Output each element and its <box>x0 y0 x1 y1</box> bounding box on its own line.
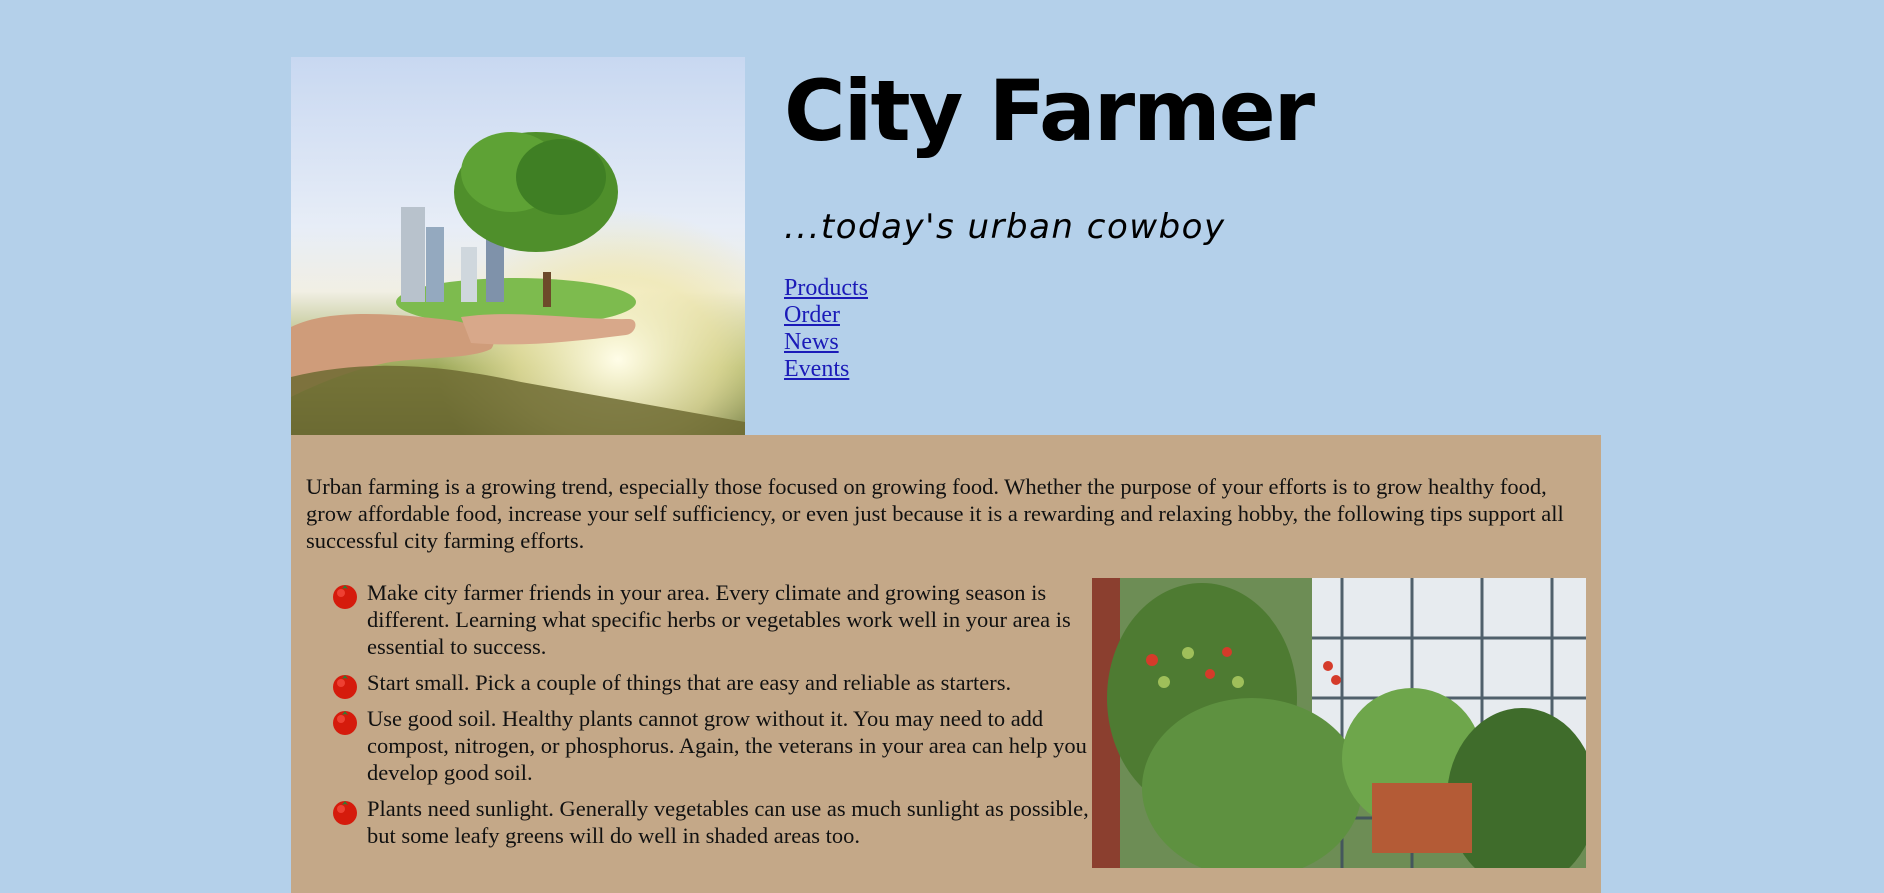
site-title: City Farmer <box>784 62 1315 160</box>
nav-link-order[interactable]: Order <box>784 302 840 329</box>
nav-link-products[interactable]: Products <box>784 275 868 302</box>
tomato-icon <box>333 711 357 735</box>
site-header: City Farmer ...today's urban cowboy Prod… <box>291 57 1601 435</box>
list-item: Plants need sunlight. Generally vegetabl… <box>330 795 1090 849</box>
tip-text: Start small. Pick a couple of things tha… <box>367 670 1012 695</box>
tip-text: Plants need sunlight. Generally vegetabl… <box>367 796 1089 848</box>
nav-link-news[interactable]: News <box>784 329 839 356</box>
title-block: City Farmer ...today's urban cowboy Prod… <box>784 57 1564 383</box>
tomato-icon <box>333 585 357 609</box>
page-container: City Farmer ...today's urban cowboy Prod… <box>291 57 1601 893</box>
tomato-icon <box>333 801 357 825</box>
nav-link-events[interactable]: Events <box>784 356 849 383</box>
main-nav: Products Order News Events <box>784 275 1564 383</box>
list-item: Start small. Pick a couple of things tha… <box>330 669 1090 699</box>
tips-list: Make city farmer friends in your area. E… <box>306 579 1090 849</box>
tomato-plants-photo <box>1092 578 1586 868</box>
list-item: Use good soil. Healthy plants cannot gro… <box>330 705 1090 786</box>
list-item: Make city farmer friends in your area. E… <box>330 579 1090 660</box>
hero-image <box>291 57 745 435</box>
main-content: Urban farming is a growing trend, especi… <box>291 435 1601 893</box>
tomato-icon <box>333 675 357 699</box>
site-tagline: ...today's urban cowboy <box>784 207 1226 248</box>
intro-paragraph: Urban farming is a growing trend, especi… <box>306 474 1564 553</box>
tip-text: Make city farmer friends in your area. E… <box>367 580 1071 659</box>
tip-text: Use good soil. Healthy plants cannot gro… <box>367 706 1087 785</box>
